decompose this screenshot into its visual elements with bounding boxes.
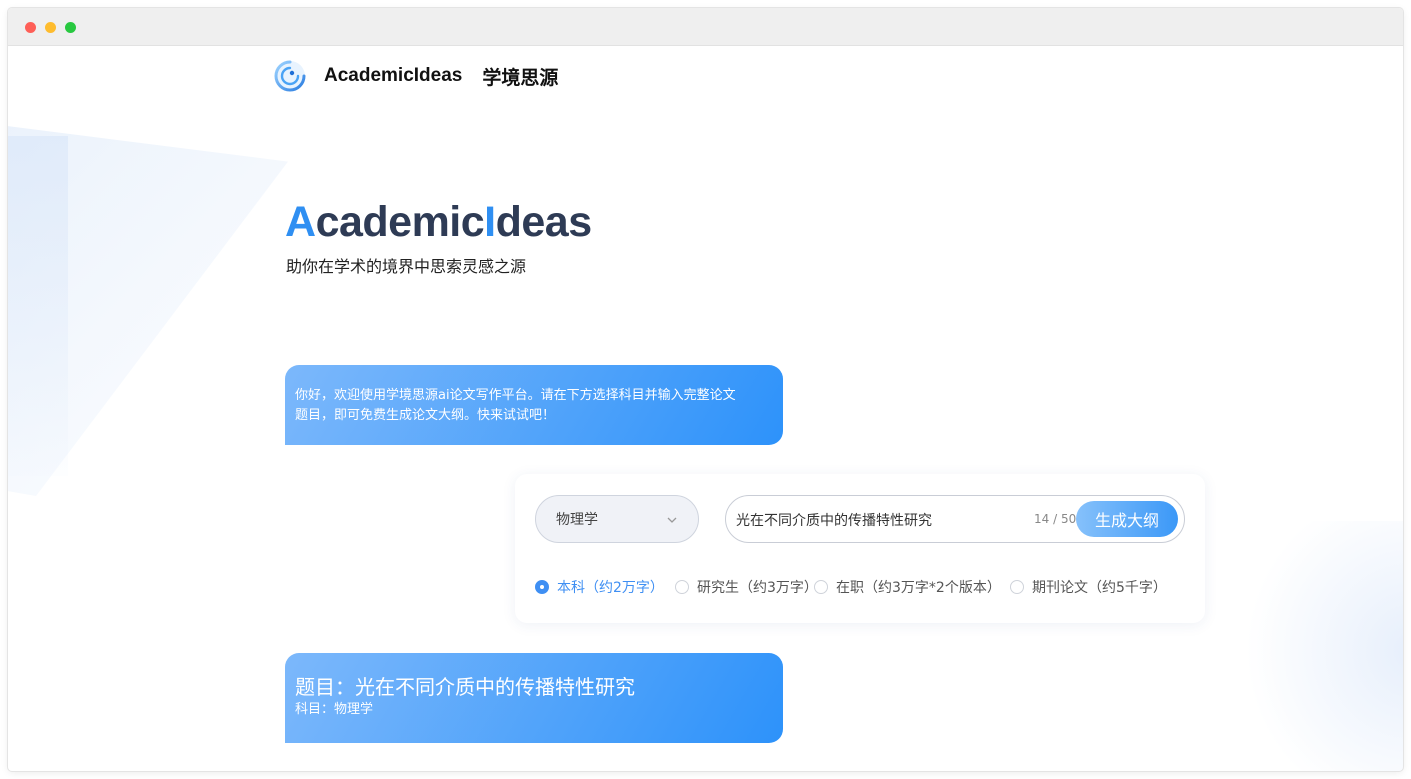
- hero-title-accent-i: I: [484, 198, 496, 246]
- brand-name-en: AcademicIdeas: [324, 65, 463, 86]
- brand-name-cn: 学境思源: [482, 66, 559, 89]
- radio-label: 期刊论文（约5千字）: [1032, 580, 1167, 596]
- swirl-logo-icon[interactable]: [274, 60, 306, 92]
- radio-circle[interactable]: [675, 580, 689, 594]
- radio-label: 在职（约3万字*2个版本）: [836, 580, 1001, 596]
- topic-summary-subject: 科目：物理学: [295, 702, 374, 717]
- topic-input-group: 14 / 50 生成大纲: [725, 495, 1185, 543]
- radio-journal[interactable]: 期刊论文（约5千字）: [1010, 577, 1167, 597]
- character-counter: 14 / 50: [1034, 512, 1077, 526]
- generate-outline-button[interactable]: 生成大纲: [1076, 501, 1178, 537]
- topic-summary-bubble: 题目：光在不同介质中的传播特性研究 科目：物理学: [285, 653, 783, 743]
- chevron-down-icon: [667, 517, 677, 523]
- subject-select-value: 物理学: [556, 512, 598, 528]
- topic-summary-title: 题目：光在不同介质中的传播特性研究: [295, 675, 635, 699]
- radio-graduate[interactable]: 研究生（约3万字）: [675, 577, 818, 597]
- browser-window: AcademicIdeas 学境思源 AcademicIdeas 助你在学术的境…: [8, 8, 1403, 771]
- welcome-message-bubble: 你好，欢迎使用学境思源ai论文写作平台。请在下方选择科目并输入完整论文 题目，即…: [285, 365, 783, 445]
- radio-circle[interactable]: [814, 580, 828, 594]
- maximize-window-button[interactable]: [65, 22, 76, 33]
- outline-form-panel: 物理学 14 / 50 生成大纲 本科（约2万字） 研究生（约3万字）: [515, 474, 1205, 623]
- radio-label: 本科（约2万字）: [557, 580, 664, 596]
- background-decoration: [1213, 521, 1403, 771]
- radio-label: 研究生（约3万字）: [697, 580, 818, 596]
- minimize-window-button[interactable]: [45, 22, 56, 33]
- hero-title-part: cademic: [315, 198, 485, 246]
- radio-in-service[interactable]: 在职（约3万字*2个版本）: [814, 577, 1001, 597]
- hero-title: AcademicIdeas: [285, 198, 592, 247]
- topic-input[interactable]: [736, 509, 1026, 531]
- radio-circle[interactable]: [1010, 580, 1024, 594]
- hero-title-part: deas: [495, 198, 593, 246]
- background-decoration: [8, 136, 68, 476]
- site-header: AcademicIdeas 学境思源: [274, 56, 558, 96]
- radio-undergraduate[interactable]: 本科（约2万字）: [535, 577, 664, 597]
- radio-circle[interactable]: [535, 580, 549, 594]
- hero-subtitle: 助你在学术的境界中思索灵感之源: [286, 257, 527, 276]
- page-content: AcademicIdeas 学境思源 AcademicIdeas 助你在学术的境…: [8, 46, 1403, 771]
- subject-select[interactable]: 物理学: [535, 495, 699, 543]
- welcome-line: 题目，即可免费生成论文大纲。快来试试吧！: [295, 408, 556, 423]
- window-titlebar: [8, 8, 1403, 46]
- close-window-button[interactable]: [25, 22, 36, 33]
- hero-title-accent-a: A: [285, 198, 316, 246]
- welcome-line: 你好，欢迎使用学境思源ai论文写作平台。请在下方选择科目并输入完整论文: [295, 388, 736, 403]
